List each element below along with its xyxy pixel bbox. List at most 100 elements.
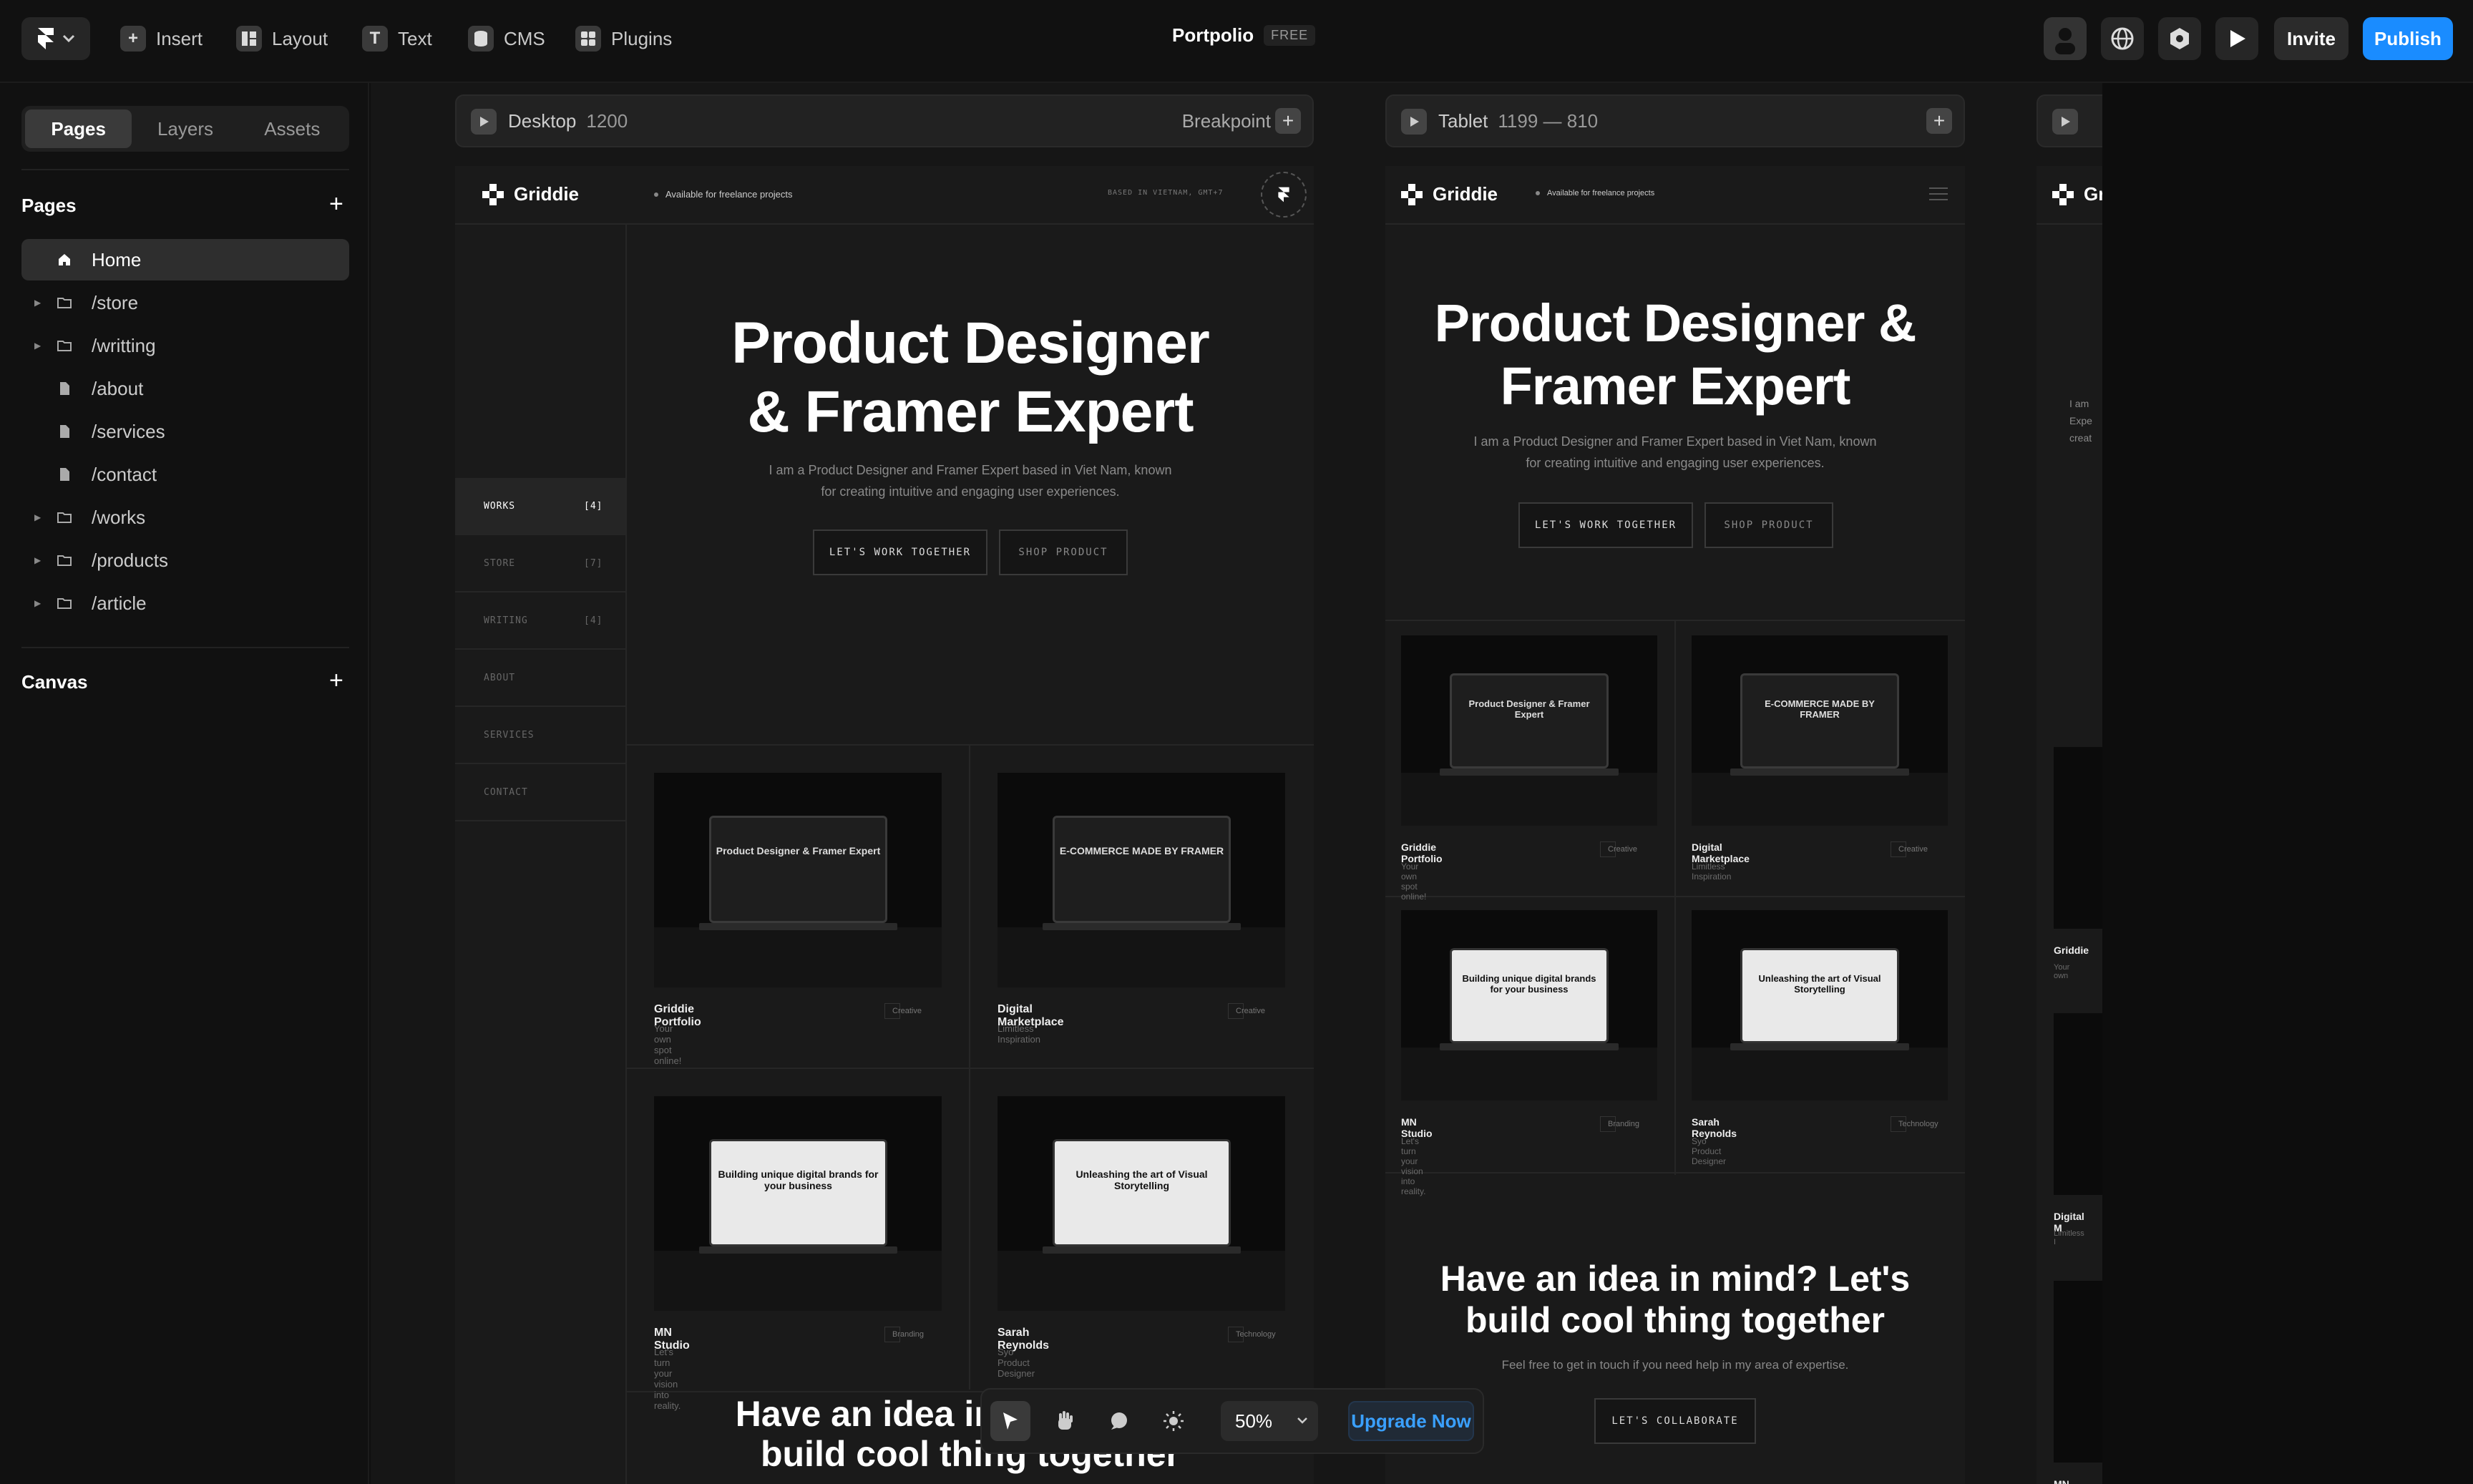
- project-subtitle: Syo Product Designer: [998, 1347, 1035, 1379]
- invite-button[interactable]: Invite: [2274, 17, 2348, 60]
- tab-layers[interactable]: Layers: [132, 109, 238, 148]
- comment-tool-button[interactable]: [1099, 1401, 1139, 1441]
- lets-work-together-button[interactable]: LET'S WORK TOGETHER: [813, 529, 987, 575]
- shop-product-button[interactable]: SHOP PRODUCT: [999, 529, 1128, 575]
- lets-work-together-button[interactable]: LET'S WORK TOGETHER: [1518, 502, 1693, 548]
- settings-button[interactable]: [2158, 17, 2201, 60]
- page-item[interactable]: ▶ /article: [21, 582, 349, 624]
- shop-product-button[interactable]: SHOP PRODUCT: [1704, 502, 1833, 548]
- zoom-select[interactable]: 50%: [1221, 1401, 1318, 1441]
- text-label: Text: [398, 27, 432, 49]
- tab-assets[interactable]: Assets: [239, 109, 346, 148]
- page-label: Home: [92, 248, 142, 270]
- text-icon: T: [362, 26, 388, 52]
- project-thumbnail: E-COMMERCE MADE BY FRAMER: [1692, 635, 1948, 826]
- nav-item[interactable]: SERVICES: [455, 707, 625, 764]
- add-breakpoint-button[interactable]: +: [1926, 108, 1952, 134]
- desktop-frame-header[interactable]: Desktop 1200 Breakpoint +: [455, 94, 1314, 147]
- play-icon: [2230, 30, 2245, 47]
- tab-pages[interactable]: Pages: [25, 109, 132, 148]
- avatar[interactable]: [2044, 17, 2087, 60]
- page-item[interactable]: Home: [21, 239, 349, 280]
- add-breakpoint-button[interactable]: +: [1275, 108, 1301, 134]
- griddie-logo-icon: [1401, 183, 1423, 205]
- hero-title-line-1: Product Designer &: [1434, 293, 1917, 353]
- sidebar-tabs: Pages Layers Assets: [21, 106, 349, 152]
- nav-item[interactable]: CONTACT: [455, 764, 625, 821]
- phone-frame[interactable]: Griddie D Fr I am Expe creat Griddie Your…: [2037, 166, 2102, 1484]
- nav-item[interactable]: WORKS [4]: [455, 478, 625, 535]
- globe-button[interactable]: [2101, 17, 2144, 60]
- project-tag: Branding: [884, 1327, 924, 1342]
- hero-title-line-2: & Framer Expert: [747, 379, 1194, 444]
- hero-desc-line-1: I am a Product Designer and Framer Exper…: [1473, 434, 1877, 449]
- phone-frame-header[interactable]: [2037, 94, 2102, 147]
- project-subtitle: Your own spot online!: [654, 1023, 682, 1066]
- page-label: /writting: [92, 334, 156, 356]
- expand-caret-icon[interactable]: ▶: [34, 341, 41, 351]
- globe-icon: [2111, 27, 2134, 50]
- play-icon[interactable]: [1401, 109, 1427, 135]
- expand-caret-icon[interactable]: ▶: [34, 598, 41, 608]
- upgrade-now-button[interactable]: Upgrade Now: [1348, 1401, 1474, 1441]
- nav-item[interactable]: ABOUT: [455, 650, 625, 707]
- layout-menu[interactable]: Layout: [236, 21, 328, 56]
- folder-icon: [57, 512, 72, 523]
- expand-caret-icon[interactable]: ▶: [34, 512, 41, 522]
- page-item[interactable]: ▶ /writting: [21, 325, 349, 366]
- theme-toggle-button[interactable]: [1153, 1401, 1194, 1441]
- site-logo: Griddie: [482, 183, 579, 205]
- text-menu[interactable]: T Text: [362, 21, 432, 56]
- page-item[interactable]: ▶ /store: [21, 282, 349, 323]
- tablet-frame-header[interactable]: Tablet 1199 — 810 +: [1385, 94, 1965, 147]
- play-icon[interactable]: [471, 109, 497, 135]
- tablet-frame[interactable]: Griddie Available for freelance projects…: [1385, 166, 1965, 1484]
- folder-icon: [57, 341, 72, 351]
- plugins-menu[interactable]: Plugins: [575, 21, 672, 56]
- page-item[interactable]: /contact: [21, 454, 349, 495]
- play-icon[interactable]: [2052, 109, 2078, 135]
- framer-menu-button[interactable]: [21, 17, 90, 60]
- page-label: /works: [92, 506, 146, 528]
- project-subtitle: Your own spot online!: [1401, 861, 1427, 902]
- add-page-button[interactable]: +: [329, 192, 343, 216]
- laptop-mockup: Building unique digital brands for your …: [1450, 948, 1609, 1043]
- hand-tool-button[interactable]: [1045, 1401, 1085, 1441]
- hamburger-menu-icon[interactable]: [1929, 187, 1948, 202]
- page-item[interactable]: ▶ /products: [21, 540, 349, 581]
- folder-icon: [57, 555, 72, 566]
- database-icon: [468, 26, 494, 52]
- expand-caret-icon[interactable]: ▶: [34, 298, 41, 308]
- project-thumbnail: Building unique digital brands for your …: [1401, 910, 1657, 1100]
- mockup-headline: E-COMMERCE MADE BY FRAMER: [1765, 698, 1875, 720]
- nav-label: CONTACT: [484, 786, 528, 798]
- insert-menu[interactable]: + Insert: [120, 21, 203, 56]
- chevron-down-icon: [1297, 1417, 1307, 1424]
- hero-desc-line-1: I am a Product Designer and Framer Exper…: [769, 463, 1172, 477]
- desktop-frame[interactable]: Griddie Available for freelance projects…: [455, 166, 1314, 1484]
- project-name: Portpolio: [1172, 24, 1254, 46]
- add-canvas-button[interactable]: +: [329, 668, 343, 693]
- expand-caret-icon[interactable]: ▶: [34, 555, 41, 565]
- nav-item[interactable]: STORE [7]: [455, 535, 625, 592]
- page-item[interactable]: /about: [21, 368, 349, 409]
- hero-title-line-2: Framer Expert: [1500, 356, 1851, 416]
- canvas[interactable]: Desktop 1200 Breakpoint + Griddie Availab…: [371, 83, 2102, 1484]
- framer-logo-icon: [38, 28, 54, 49]
- preview-button[interactable]: [2215, 17, 2258, 60]
- cms-menu[interactable]: CMS: [468, 21, 545, 56]
- page-item[interactable]: /services: [21, 411, 349, 452]
- page-item[interactable]: ▶ /works: [21, 497, 349, 538]
- chevron-down-icon: [62, 34, 75, 43]
- laptop-mockup: Product Designer & Framer Expert: [709, 816, 887, 923]
- griddie-logo-icon: [2052, 183, 2074, 205]
- publish-button[interactable]: Publish: [2363, 17, 2453, 60]
- site-header: Griddie Available for freelance projects…: [455, 166, 1314, 225]
- project-tag: Technology: [1228, 1327, 1276, 1342]
- lets-collaborate-button[interactable]: LET'S COLLABORATE: [1594, 1398, 1756, 1444]
- nav-item[interactable]: WRITING [4]: [455, 592, 625, 650]
- project-title[interactable]: Portpolio FREE: [1172, 24, 1316, 47]
- laptop-mockup: Unleashing the art of Visual Storytellin…: [1740, 948, 1899, 1043]
- select-tool-button[interactable]: [990, 1401, 1030, 1441]
- divider: [21, 169, 349, 170]
